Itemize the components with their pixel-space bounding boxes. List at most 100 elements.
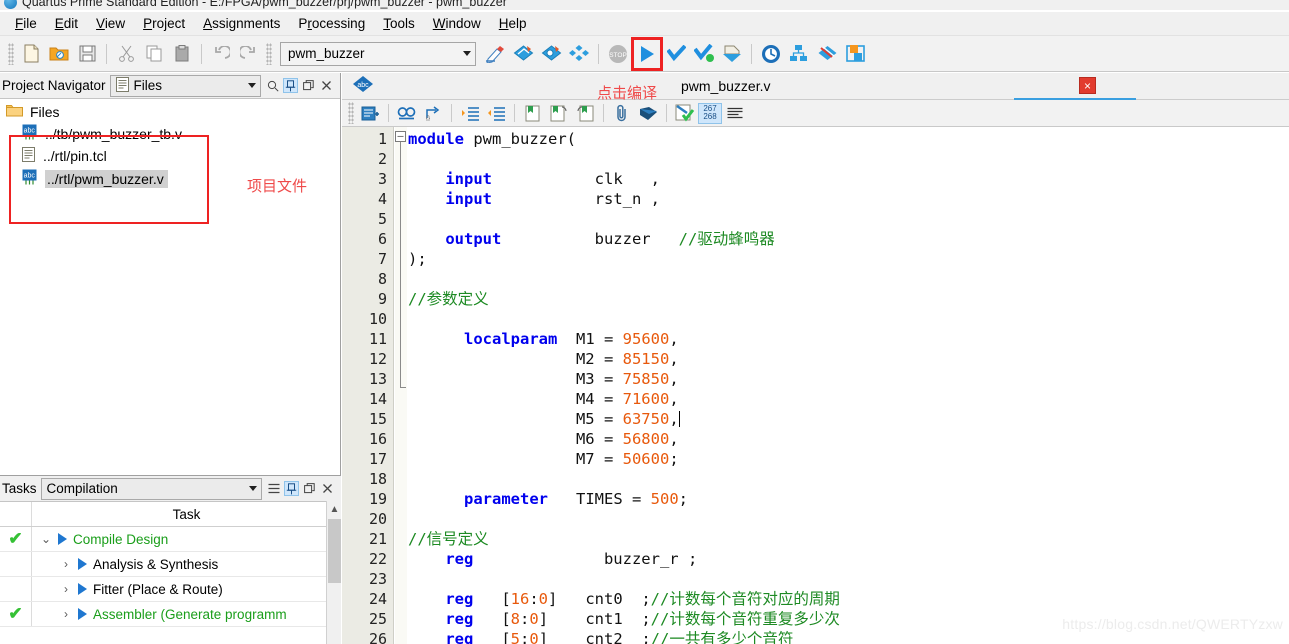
toolbar-grip-2[interactable] — [266, 42, 272, 65]
code-folding-strip[interactable] — [395, 127, 407, 644]
svg-text:abc: abc — [357, 82, 369, 89]
menu-window[interactable]: Window — [424, 13, 490, 34]
close-icon[interactable] — [319, 78, 334, 93]
menu-project[interactable]: Project — [134, 13, 194, 34]
start-compilation-icon[interactable] — [631, 36, 663, 71]
line-number: 16 — [368, 430, 387, 448]
find-icon[interactable] — [395, 102, 419, 125]
line-number: 23 — [368, 570, 387, 588]
open-file-icon[interactable] — [46, 41, 72, 67]
chevron-down-icon[interactable]: ⌄ — [40, 532, 52, 546]
code-editor-area[interactable]: 1 2 3 4 5 6 7 8 9 10 11 12 13 14 15 16 1… — [342, 127, 1289, 644]
pin-icon[interactable] — [284, 481, 299, 496]
restore-icon[interactable] — [302, 481, 317, 496]
save-icon[interactable] — [74, 41, 100, 67]
word-wrap-icon[interactable] — [723, 102, 747, 125]
stop-icon[interactable]: STOP — [605, 41, 631, 67]
netlist-viewer-icon[interactable] — [786, 41, 812, 67]
menu-tools[interactable]: Tools — [374, 13, 424, 34]
insert-template-icon[interactable] — [358, 102, 382, 125]
editor-toolbar-grip[interactable] — [348, 102, 354, 124]
tasks-vertical-scrollbar[interactable]: ▲ — [326, 501, 341, 644]
fold-collapse-icon[interactable]: – — [395, 131, 406, 142]
task-row[interactable]: › Analysis & Synthesis — [0, 552, 341, 577]
verilog-file-icon: abc — [352, 75, 374, 98]
task-row[interactable]: › Fitter (Place & Route) — [0, 577, 341, 602]
increase-indent-icon[interactable] — [458, 102, 482, 125]
file-item-0[interactable]: abc ../tb/pwm_buzzer_tb.v — [0, 122, 340, 145]
line-number: 1 — [377, 130, 387, 148]
chevron-right-icon[interactable]: › — [60, 557, 72, 571]
project-navigator-view-combo[interactable]: Files — [109, 74, 261, 97]
run-task-icon[interactable] — [78, 608, 87, 620]
watermark-text: https://blog.csdn.net/QWERTYzxw — [1062, 616, 1283, 632]
decrease-indent-icon[interactable] — [484, 102, 508, 125]
search-icon[interactable] — [265, 78, 280, 93]
restore-icon[interactable] — [301, 78, 316, 93]
editor-tab-label[interactable]: pwm_buzzer.v — [681, 78, 770, 94]
menu-edit[interactable]: Edit — [46, 13, 87, 34]
copy-icon[interactable] — [141, 41, 167, 67]
bookmark-add-icon[interactable] — [521, 102, 545, 125]
comment-icon[interactable] — [636, 102, 660, 125]
assignment-editor-icon[interactable] — [538, 41, 564, 67]
code-line: parameter TIMES = 500; — [408, 489, 1289, 509]
chip-planner-icon[interactable] — [842, 41, 868, 67]
run-task-icon[interactable] — [58, 533, 67, 545]
scroll-up-icon[interactable]: ▲ — [327, 501, 342, 518]
close-icon[interactable]: × — [1079, 77, 1096, 94]
paste-icon[interactable] — [169, 41, 195, 67]
files-root-node[interactable]: Files — [0, 99, 340, 122]
signaltap-icon[interactable] — [814, 41, 840, 67]
run-task-icon[interactable] — [78, 583, 87, 595]
project-combo[interactable]: pwm_buzzer — [280, 41, 476, 66]
check-syntax-icon[interactable] — [673, 102, 697, 125]
chevron-right-icon[interactable]: › — [60, 607, 72, 621]
task-row[interactable]: ✔ › Assembler (Generate programm — [0, 602, 341, 627]
new-file-icon[interactable] — [18, 41, 44, 67]
menu-icon[interactable] — [266, 481, 281, 496]
window-title: Quartus Prime Standard Edition - E:/FPGA… — [22, 0, 507, 9]
rtl-editor-icon[interactable] — [482, 41, 508, 67]
goto-icon[interactable]: {} — [421, 102, 445, 125]
fold-guide-line — [400, 142, 401, 388]
verilog-file-icon: abc — [22, 169, 37, 188]
task-row[interactable]: ✔ ⌄ Compile Design — [0, 527, 341, 552]
line-numbers-icon[interactable]: 267 268 — [698, 102, 722, 124]
file-item-1[interactable]: ../rtl/pin.tcl — [0, 145, 340, 167]
line-number: 11 — [368, 330, 387, 348]
close-icon[interactable] — [320, 481, 335, 496]
task-label: Fitter (Place & Route) — [93, 581, 223, 597]
settings-blue-icon[interactable] — [510, 41, 536, 67]
cut-icon[interactable] — [113, 41, 139, 67]
line-numbers-bottom: 268 — [703, 112, 717, 121]
timing-analyzer-icon[interactable] — [758, 41, 784, 67]
menu-assignments[interactable]: Assignments — [194, 13, 289, 34]
menu-help[interactable]: Help — [490, 13, 536, 34]
menu-processing[interactable]: Processing — [289, 13, 374, 34]
start-analysis-synthesis-icon[interactable] — [663, 41, 689, 67]
code-token: buzzer — [501, 230, 679, 248]
line-number: 18 — [368, 470, 387, 488]
programmer-icon[interactable] — [719, 41, 745, 67]
toolbar-grip[interactable] — [8, 42, 14, 65]
attach-icon[interactable] — [610, 102, 634, 125]
bookmark-next-icon[interactable] — [547, 102, 571, 125]
task-label: Analysis & Synthesis — [93, 556, 219, 572]
pin-planner-icon[interactable] — [566, 41, 592, 67]
code-token: 63750 — [622, 410, 670, 428]
menu-view[interactable]: View — [87, 13, 134, 34]
menu-file[interactable]: File — [6, 13, 46, 34]
chevron-right-icon[interactable]: › — [60, 582, 72, 596]
start-compilation-check-icon[interactable] — [691, 41, 717, 67]
redo-icon[interactable] — [236, 41, 262, 67]
tasks-flow-combo[interactable]: Compilation — [40, 477, 262, 500]
pin-icon[interactable] — [283, 78, 298, 93]
code-text[interactable]: module pwm_buzzer( input clk , input rst… — [408, 129, 1289, 644]
bookmark-prev-icon[interactable] — [573, 102, 597, 125]
scrollbar-thumb[interactable] — [328, 519, 341, 583]
run-task-icon[interactable] — [78, 558, 87, 570]
undo-icon[interactable] — [208, 41, 234, 67]
